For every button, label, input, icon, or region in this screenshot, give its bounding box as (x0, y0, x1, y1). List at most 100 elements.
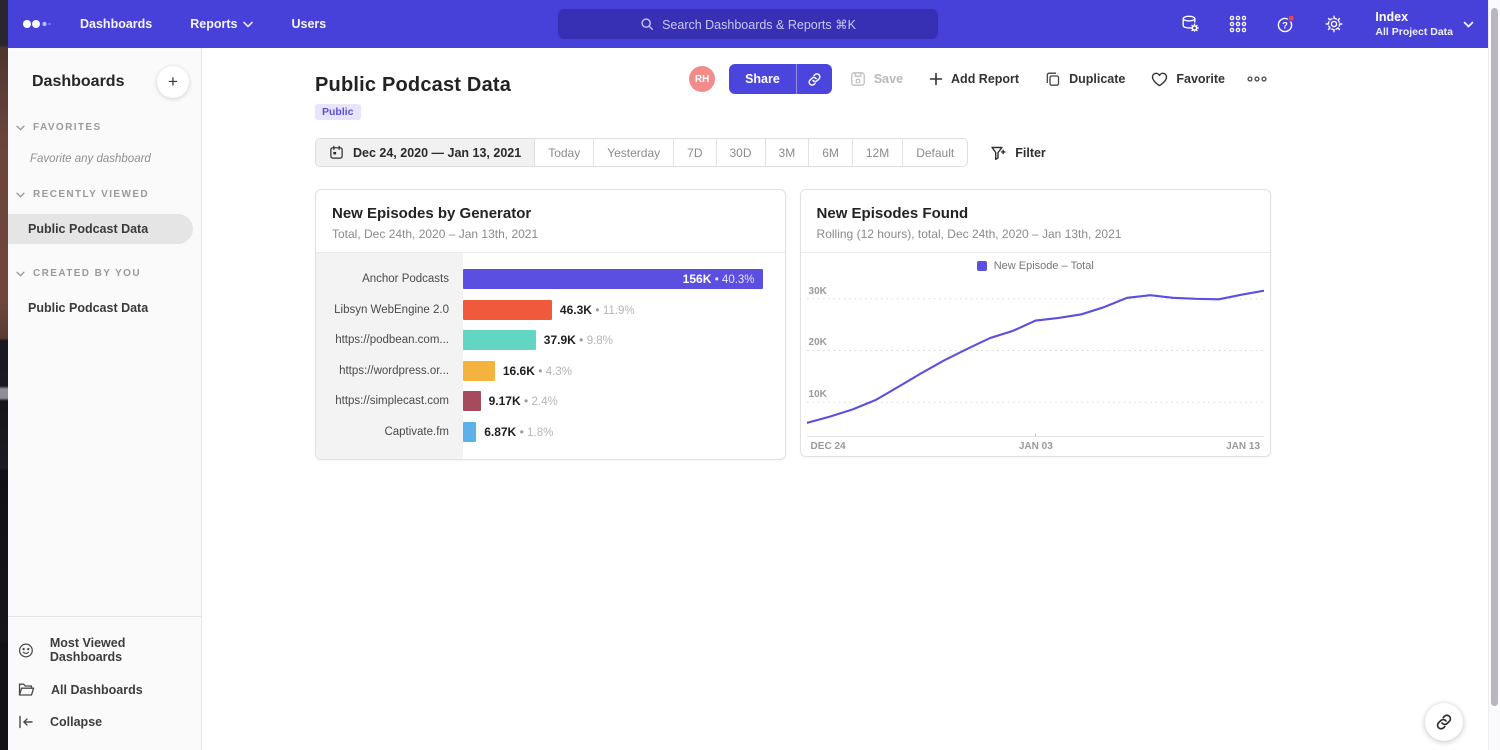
bar-category-label: Anchor Podcasts (316, 273, 463, 285)
calendar-icon (329, 145, 344, 160)
sidebar-title: Dashboards (32, 73, 124, 91)
chart-legend[interactable]: New Episode – Total (805, 253, 1266, 279)
date-preset-button[interactable]: Today (535, 139, 594, 166)
search-icon (640, 17, 654, 31)
sidebar-item-public-podcast-data-created[interactable]: Public Podcast Data (8, 293, 201, 323)
app-logo-icon[interactable] (22, 16, 52, 32)
more-icon (1247, 75, 1267, 83)
link-icon (807, 72, 822, 87)
main-content: Public Podcast Data Public RH Share (202, 48, 1488, 750)
bar[interactable] (463, 361, 495, 381)
bar-chart-row: Libsyn WebEngine 2.0 46.3K • 11.9% (316, 295, 785, 326)
chevron-down-icon (16, 192, 25, 198)
bar-chart-row: https://wordpress.or...16.6K • 4.3% (316, 356, 785, 387)
section-favorites[interactable]: FAVORITES (8, 122, 201, 133)
card-title: New Episodes by Generator (332, 205, 769, 222)
collapse-sidebar-button[interactable]: Collapse (8, 706, 201, 738)
link-icon (1435, 713, 1453, 731)
report-card-new-episodes-found[interactable]: New Episodes Found Rolling (12 hours), t… (800, 189, 1271, 457)
bar[interactable] (463, 330, 536, 350)
nav-item-reports[interactable]: Reports (190, 17, 253, 31)
date-range-control: Dec 24, 2020 — Jan 13, 2021 TodayYesterd… (315, 138, 968, 167)
y-axis-label: 30K (809, 286, 827, 297)
bar[interactable] (463, 422, 476, 442)
more-options-button[interactable] (1243, 69, 1271, 89)
line-chart: New Episode – Total 10K 20K 30K DEC 24 JAN… (801, 253, 1270, 456)
settings-gear-icon[interactable] (1323, 13, 1345, 35)
apps-grid-icon[interactable] (1227, 13, 1249, 35)
bar-value-label: 16.6K • 4.3% (503, 364, 572, 378)
card-subtitle: Total, Dec 24th, 2020 – Jan 13th, 2021 (332, 227, 769, 241)
project-subtitle: All Project Data (1375, 26, 1453, 38)
project-name: Index (1375, 10, 1453, 26)
y-axis-label: 20K (809, 337, 827, 348)
notification-dot (1289, 15, 1295, 21)
search-placeholder: Search Dashboards & Reports ⌘K (662, 17, 856, 32)
add-report-button[interactable]: Add Report (921, 66, 1027, 92)
filter-button[interactable]: Filter (990, 145, 1046, 161)
chevron-down-icon (243, 21, 253, 28)
report-card-new-episodes-by-generator[interactable]: New Episodes by Generator Total, Dec 24t… (315, 189, 786, 460)
date-preset-button[interactable]: Default (903, 139, 967, 166)
share-button[interactable]: Share (729, 64, 832, 94)
user-avatar[interactable]: RH (689, 66, 715, 92)
plus-icon (929, 72, 943, 86)
copy-icon (1045, 71, 1061, 87)
bar-category-label: https://simplecast.com (316, 395, 463, 407)
project-switcher[interactable]: Index All Project Data (1375, 10, 1474, 38)
collapse-icon (18, 715, 34, 729)
chevron-down-icon (16, 271, 25, 277)
line-chart-plot[interactable]: 10K 20K 30K (807, 281, 1264, 436)
date-presets: TodayYesterday7D30D3M6M12MDefault (535, 139, 967, 166)
date-preset-button[interactable]: Yesterday (594, 139, 674, 166)
bar-value-label: 6.87K • 1.8% (484, 425, 553, 439)
copy-link-button[interactable] (797, 64, 832, 94)
add-dashboard-button[interactable]: + (157, 66, 189, 98)
date-preset-button[interactable]: 6M (809, 139, 853, 166)
page-scrollbar[interactable] (1488, 0, 1500, 750)
nav-item-users[interactable]: Users (291, 17, 326, 31)
bar-category-label: Captivate.fm (316, 426, 463, 438)
bar[interactable]: 156K • 40.3% (463, 269, 763, 289)
all-dashboards-button[interactable]: All Dashboards (8, 673, 201, 706)
chevron-down-icon (1463, 21, 1474, 28)
date-preset-button[interactable]: 7D (674, 139, 716, 166)
bar[interactable] (463, 391, 481, 411)
x-axis: DEC 24 JAN 03 JAN 13 (807, 436, 1264, 456)
section-created-by-you[interactable]: CREATED BY YOU (8, 268, 201, 279)
copy-dashboard-link-button[interactable] (1425, 703, 1463, 741)
sidebar-item-public-podcast-data[interactable]: Public Podcast Data (8, 214, 193, 244)
duplicate-button[interactable]: Duplicate (1037, 65, 1133, 93)
folder-icon (18, 682, 35, 697)
nav-item-dashboards[interactable]: Dashboards (80, 17, 152, 31)
date-preset-button[interactable]: 12M (853, 139, 903, 166)
save-icon (850, 71, 866, 87)
date-preset-button[interactable]: 3M (766, 139, 810, 166)
filter-funnel-icon (990, 145, 1007, 161)
scrollbar-thumb[interactable] (1491, 8, 1498, 706)
date-preset-button[interactable]: 30D (717, 139, 766, 166)
help-icon[interactable]: ? (1275, 13, 1297, 35)
background-window-strip (0, 0, 8, 750)
favorites-empty-text: Favorite any dashboard (30, 153, 201, 165)
card-subtitle: Rolling (12 hours), total, Dec 24th, 202… (817, 227, 1254, 241)
smiley-icon (18, 642, 34, 659)
sidebar: Dashboards + FAVORITES Favorite any dash… (8, 48, 202, 750)
date-range-display[interactable]: Dec 24, 2020 — Jan 13, 2021 (316, 139, 535, 166)
data-sources-icon[interactable] (1179, 13, 1201, 35)
bar-value-label: 37.9K • 9.8% (544, 333, 613, 347)
bar-value-label: 46.3K • 11.9% (560, 303, 635, 317)
section-recently-viewed[interactable]: RECENTLY VIEWED (8, 189, 201, 200)
search-input[interactable]: Search Dashboards & Reports ⌘K (558, 9, 938, 39)
bar[interactable] (463, 300, 552, 320)
bar-chart: Anchor Podcasts156K • 40.3% Libsyn WebEng… (316, 253, 785, 459)
most-viewed-dashboards-button[interactable]: Most Viewed Dashboards (8, 627, 201, 673)
app-window: Dashboards Reports Users Search Dashboar… (0, 0, 1500, 750)
bar-chart-row: https://podbean.com...37.9K • 9.8% (316, 325, 785, 356)
svg-text:?: ? (1282, 21, 1288, 32)
favorite-button[interactable]: Favorite (1143, 66, 1233, 93)
bar-category-label: Libsyn WebEngine 2.0 (316, 304, 463, 316)
y-axis-label: 10K (809, 389, 827, 400)
bar-value-label: 9.17K • 2.4% (489, 394, 558, 408)
save-button[interactable]: Save (842, 65, 911, 93)
